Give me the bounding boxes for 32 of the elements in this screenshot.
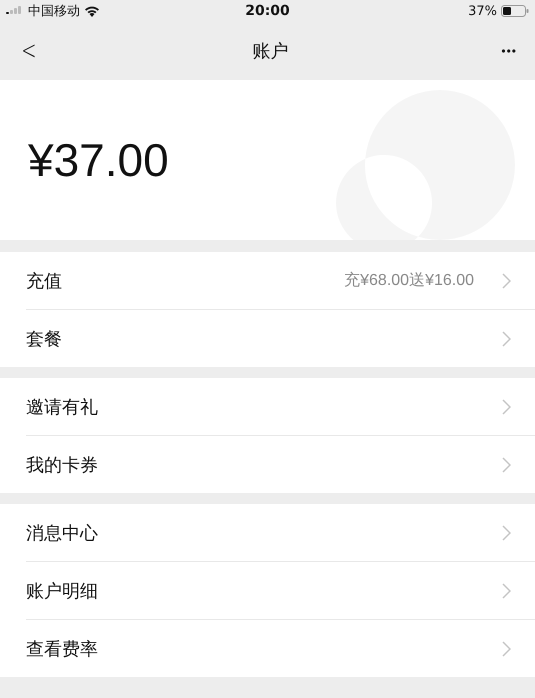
chevron-icon <box>502 456 511 472</box>
balance-amount: ¥37.00 <box>28 133 169 187</box>
menu-item[interactable]: 账户明细 <box>26 561 535 619</box>
chevron-icon <box>502 524 511 540</box>
menu-item[interactable]: 我的卡券 <box>26 435 535 493</box>
promo-text: 充¥68.00送¥16.00 <box>344 270 474 291</box>
menu-item[interactable]: 邀请有礼 <box>26 378 535 435</box>
menu-label: 邀请有礼 <box>26 396 99 418</box>
menu-label: 套餐 <box>26 328 63 350</box>
page-title: 账户 <box>252 40 289 63</box>
menu-item[interactable]: 消息中心 <box>26 504 535 561</box>
chevron-icon <box>502 330 511 346</box>
wifi-icon <box>84 5 100 17</box>
chevron-icon <box>502 582 511 598</box>
battery-percent: 37% <box>468 4 498 18</box>
menu-label: 消息中心 <box>26 522 99 544</box>
chevron-icon <box>502 272 511 288</box>
menu-label: 查看费率 <box>26 638 99 660</box>
menu-item[interactable]: 查看费率 <box>26 619 535 677</box>
carrier-name: 中国移动 <box>28 3 80 20</box>
menu-item[interactable]: 充值 充¥68.00送¥16.00 <box>26 252 535 309</box>
menu-label: 我的卡券 <box>26 454 99 476</box>
back-button[interactable]: < <box>21 36 37 66</box>
more-button[interactable]: ••• <box>501 44 517 58</box>
menu-item[interactable]: 套餐 <box>26 309 535 367</box>
clock-time: 20:00 <box>245 3 290 19</box>
signal-icon <box>6 6 24 16</box>
battery-icon <box>501 5 530 17</box>
chevron-icon <box>502 398 511 414</box>
menu-label: 充值 <box>26 270 63 292</box>
chevron-icon <box>502 640 511 656</box>
menu-label: 账户明细 <box>26 580 99 602</box>
